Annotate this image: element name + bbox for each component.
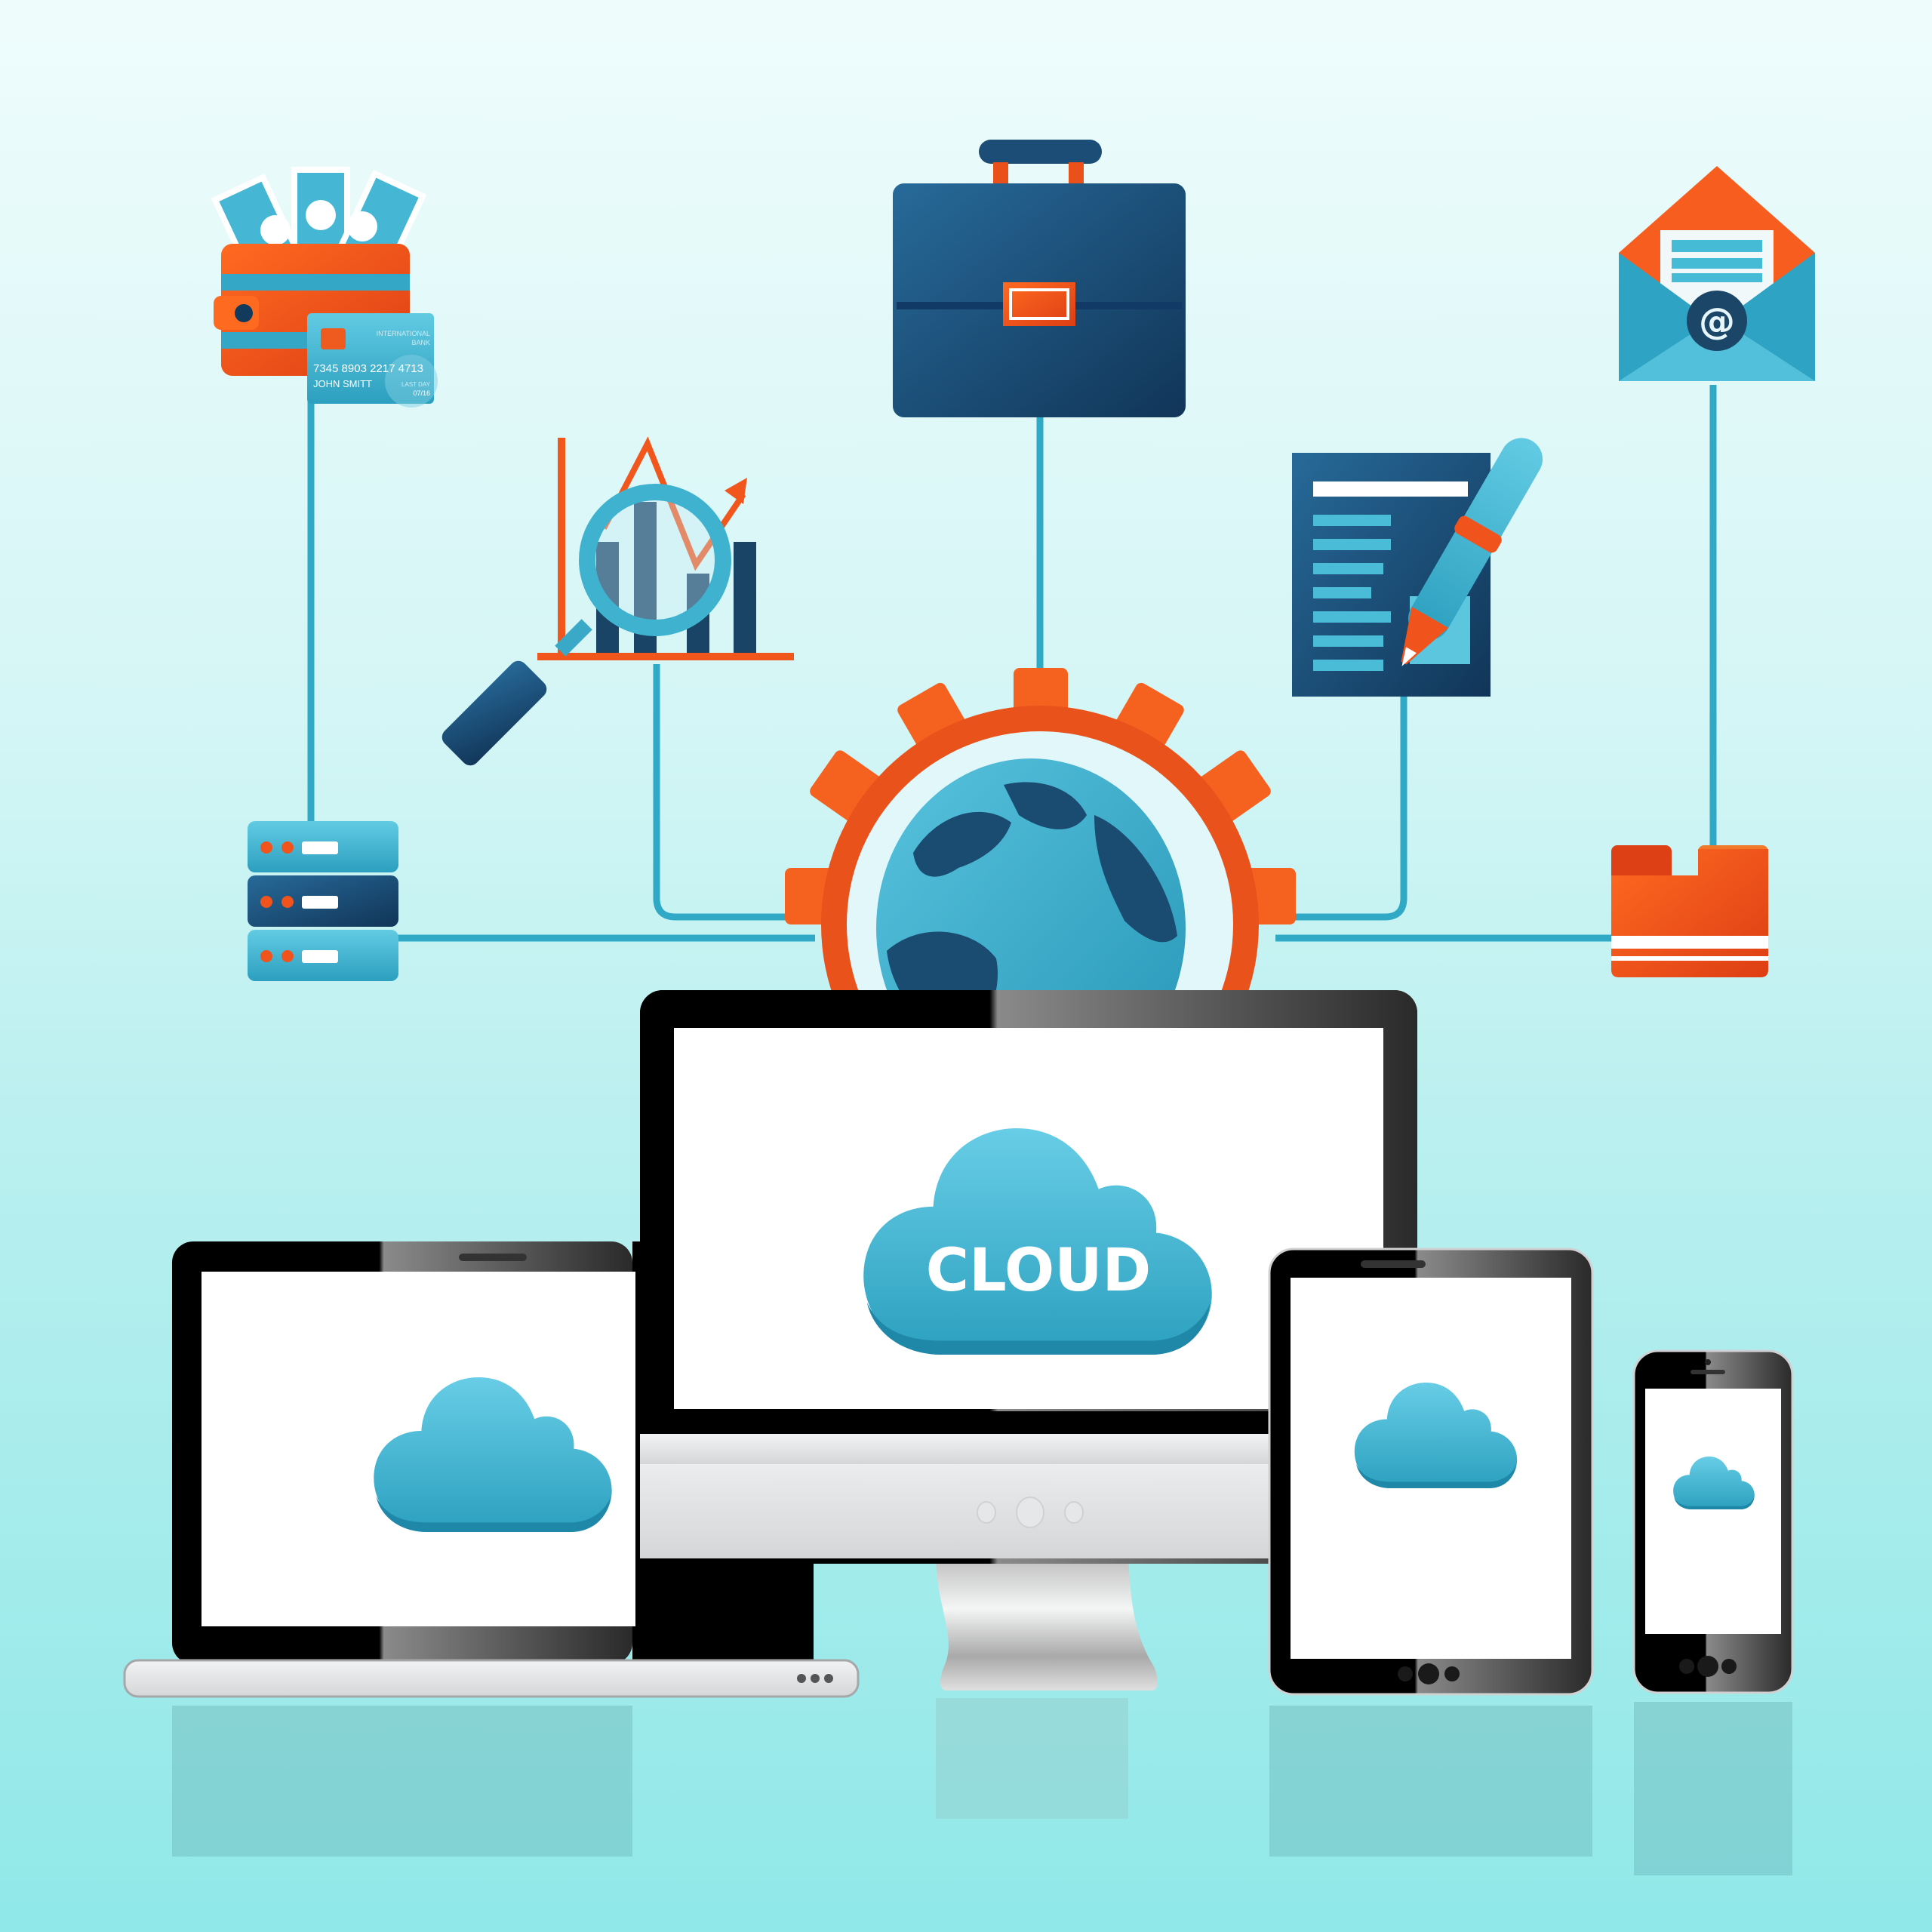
folder-icon: [1611, 845, 1768, 977]
monitor-stand: [936, 1555, 1158, 1690]
card-expiry-label: LAST DAY: [401, 381, 431, 388]
at-symbol: @: [1699, 300, 1735, 343]
magnifier-icon: [441, 484, 731, 766]
card-number: 7345 8903 2217 4713: [313, 362, 423, 375]
server-icon: [248, 821, 398, 981]
laptop-indicator-dots: [797, 1674, 833, 1683]
credit-card-icon: INTERNATIONAL BANK 7345 8903 2217 4713 J…: [307, 313, 438, 408]
document-icon: [1292, 438, 1543, 697]
analytics-chart-icon: [441, 436, 794, 766]
card-holder: JOHN SMITT: [313, 378, 372, 389]
cloud-illustration: INTERNATIONAL BANK 7345 8903 2217 4713 J…: [0, 0, 1932, 1932]
monitor-cloud-text: CLOUD: [926, 1237, 1152, 1305]
email-icon: @: [1619, 166, 1815, 381]
floor-reflections: [172, 1698, 1792, 1875]
phone-buttons: [1679, 1656, 1737, 1677]
tablet: [1268, 1247, 1594, 1696]
card-bank-line1: INTERNATIONAL: [377, 330, 430, 337]
briefcase-icon: [893, 140, 1186, 417]
laptop-base: [123, 1659, 860, 1698]
smartphone: [1632, 1349, 1794, 1694]
card-expiry: 07/16: [413, 389, 430, 397]
illustration-canvas: INTERNATIONAL BANK 7345 8903 2217 4713 J…: [123, 140, 1815, 1875]
phone-screen: [1645, 1389, 1781, 1634]
card-bank-line2: BANK: [411, 339, 430, 346]
